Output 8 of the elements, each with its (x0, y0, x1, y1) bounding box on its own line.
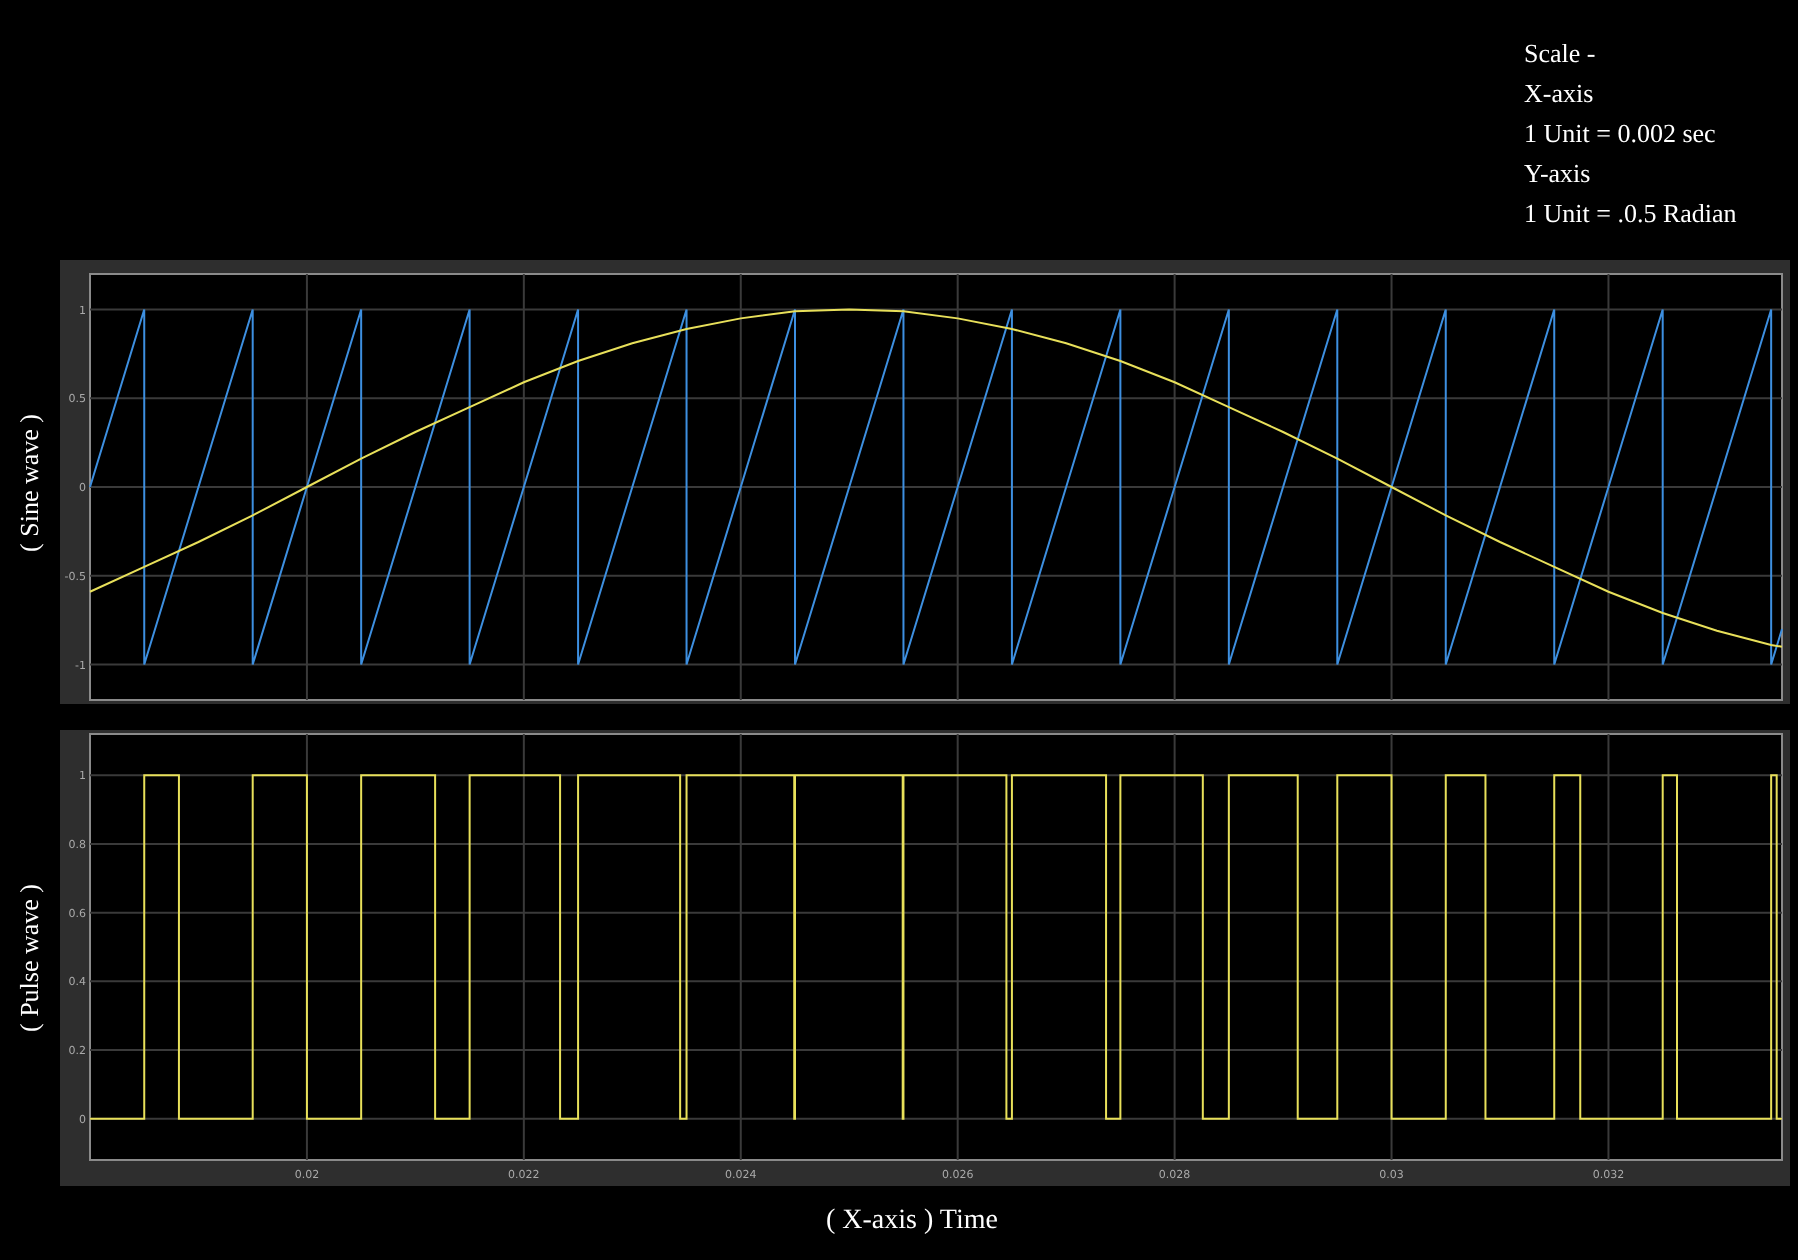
scale-note-line: 1 Unit = 0.002 sec (1524, 116, 1718, 152)
axis-label: ( X-axis ) Time (826, 1206, 998, 1238)
scale-note-line: Y-axis (1524, 156, 1593, 192)
scale-note-line: X-axis (1524, 76, 1596, 112)
axis-label: ( Sine wave ) (14, 413, 46, 551)
scale-note-line: 1 Unit = .0.5 Radian (1524, 196, 1739, 232)
axis-label: ( Pulse wave ) (14, 883, 46, 1032)
scale-note-line: Scale - (1524, 36, 1598, 72)
